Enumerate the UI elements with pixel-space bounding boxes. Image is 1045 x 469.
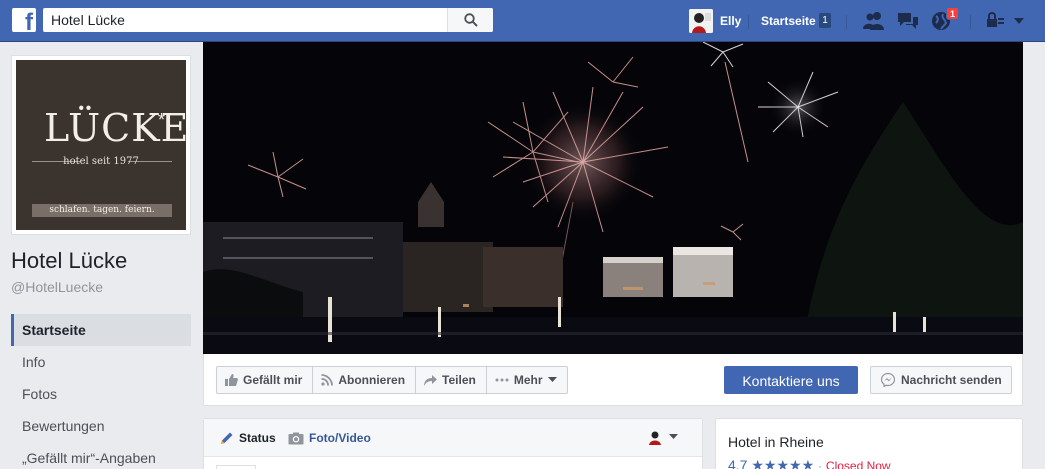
send-message-button[interactable]: Nachricht senden bbox=[870, 366, 1012, 394]
search-input[interactable] bbox=[51, 11, 441, 29]
send-message-label: Nachricht senden bbox=[901, 373, 1002, 387]
logo-wordmark: LÜCKE bbox=[44, 106, 186, 150]
logo-slogan-bar: schlafen. tagen. feiern. bbox=[32, 204, 172, 217]
nav-item-fotos[interactable]: Fotos bbox=[11, 378, 191, 410]
tab-status[interactable]: Status bbox=[220, 431, 276, 445]
user-avatar[interactable] bbox=[689, 9, 713, 33]
poster-avatar-icon bbox=[648, 429, 664, 445]
like-button[interactable]: Gefällt mir bbox=[217, 367, 314, 393]
share-button-label: Teilen bbox=[442, 373, 476, 387]
tab-photo-video[interactable]: Foto/Video bbox=[288, 431, 371, 445]
page-username[interactable]: @HotelLuecke bbox=[11, 279, 103, 295]
composer-avatar bbox=[216, 465, 256, 469]
hotel-logo: LÜCKE * hotel seit 1977 schlafen. tagen.… bbox=[16, 60, 186, 230]
tab-photo-video-label: Foto/Video bbox=[309, 431, 371, 445]
about-card: Hotel in Rheine 4,7 ★★★★★ · Closed Now bbox=[715, 418, 1023, 469]
post-composer: Status Foto/Video bbox=[203, 418, 703, 469]
account-menu-chevron-down-icon[interactable] bbox=[1012, 10, 1036, 32]
share-arrow-icon bbox=[424, 374, 438, 386]
chevron-down-icon bbox=[547, 377, 557, 382]
top-navigation-bar: f Elly Startseite 1 1 bbox=[0, 0, 1045, 42]
facebook-logo-icon[interactable]: f bbox=[12, 8, 36, 32]
tab-status-label: Status bbox=[239, 431, 276, 445]
search-box bbox=[43, 8, 493, 32]
follow-button[interactable]: Abonnieren bbox=[313, 367, 417, 393]
home-count-badge: 1 bbox=[819, 13, 831, 28]
logo-star: * bbox=[158, 110, 166, 130]
more-button-label: Mehr bbox=[513, 373, 543, 387]
page-action-bar: Gefällt mir Abonnieren Teilen Mehr Konta… bbox=[203, 354, 1023, 406]
topbar-divider bbox=[748, 15, 749, 29]
page-navigation: Startseite Info Fotos Bewertungen „Gefäl… bbox=[11, 314, 191, 469]
notification-count-badge: 1 bbox=[946, 7, 959, 20]
nav-item-likes[interactable]: „Gefällt mir“-Angaben bbox=[11, 442, 191, 469]
share-button[interactable]: Teilen bbox=[416, 367, 487, 393]
thumbs-up-icon bbox=[225, 374, 238, 386]
pencil-icon bbox=[221, 432, 233, 444]
topbar-divider bbox=[846, 15, 847, 29]
like-button-label: Gefällt mir bbox=[243, 373, 303, 387]
search-icon bbox=[464, 13, 478, 27]
post-as-selector[interactable] bbox=[648, 429, 678, 445]
nav-item-startseite[interactable]: Startseite bbox=[11, 314, 191, 346]
cover-photo[interactable] bbox=[203, 42, 1023, 354]
privacy-shortcuts-icon[interactable] bbox=[985, 10, 1009, 32]
follow-button-label: Abonnieren bbox=[338, 373, 406, 387]
user-name-link[interactable]: Elly bbox=[720, 14, 741, 28]
page-action-buttons: Gefällt mir Abonnieren Teilen Mehr bbox=[216, 366, 568, 394]
topbar-divider bbox=[970, 15, 971, 29]
cover-fireworks-image bbox=[203, 42, 1023, 354]
opening-status: Closed Now bbox=[825, 459, 891, 469]
messenger-icon bbox=[881, 373, 895, 387]
home-link[interactable]: Startseite bbox=[761, 14, 816, 28]
separator-dot: · bbox=[818, 459, 823, 469]
logo-tagline: hotel seit 1977 bbox=[63, 156, 139, 167]
nav-item-info[interactable]: Info bbox=[11, 346, 191, 378]
messages-icon[interactable] bbox=[896, 10, 920, 32]
rating-row[interactable]: 4,7 ★★★★★ · Closed Now bbox=[728, 457, 891, 469]
chevron-down-icon bbox=[669, 434, 678, 439]
composer-tabs: Status Foto/Video bbox=[204, 419, 702, 457]
more-dots-icon bbox=[495, 378, 509, 382]
page-category[interactable]: Hotel in Rheine bbox=[728, 434, 824, 450]
rating-value: 4,7 bbox=[728, 457, 748, 469]
search-button[interactable] bbox=[447, 8, 493, 32]
page-title[interactable]: Hotel Lücke bbox=[11, 248, 127, 274]
profile-picture[interactable]: LÜCKE * hotel seit 1977 schlafen. tagen.… bbox=[11, 55, 191, 235]
rating-stars-icon: ★★★★★ bbox=[751, 457, 815, 469]
rss-follow-icon bbox=[321, 374, 334, 386]
camera-icon bbox=[288, 432, 304, 444]
friend-requests-icon[interactable] bbox=[862, 10, 886, 32]
more-dropdown-button[interactable]: Mehr bbox=[487, 367, 567, 393]
contact-us-button[interactable]: Kontaktiere uns bbox=[724, 366, 858, 394]
nav-item-bewertungen[interactable]: Bewertungen bbox=[11, 410, 191, 442]
